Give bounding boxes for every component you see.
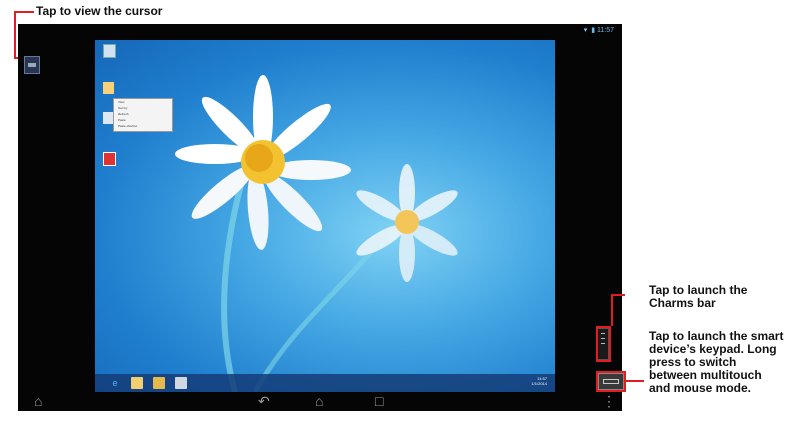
folder-icon[interactable] (153, 377, 165, 389)
app-icon[interactable] (103, 152, 116, 166)
charms-annotation-line-v (611, 294, 613, 326)
store-icon[interactable] (175, 377, 187, 389)
folder-icon[interactable] (103, 82, 114, 94)
context-menu: View Sort by Refresh Paste Paste shortcu… (113, 98, 173, 132)
back-icon[interactable]: ↶ (258, 394, 270, 408)
recents-icon[interactable]: □ (375, 394, 383, 408)
context-menu-item[interactable]: Paste shortcut (114, 123, 172, 129)
cursor-annotation-label: Tap to view the cursor (36, 4, 163, 18)
internet-explorer-icon[interactable]: e (109, 377, 121, 389)
charms-annotation-line-h (611, 294, 625, 296)
status-time: 11:57 (597, 27, 614, 34)
battery-icon: ▮ (591, 27, 596, 34)
status-bar: ▾ ▮ 11:57 (584, 26, 614, 34)
view-cursor-button[interactable] (24, 56, 40, 74)
cursor-annotation-line-v (14, 11, 16, 58)
taskbar-clock[interactable]: 11:57 1/1/2014 (531, 376, 547, 386)
wifi-icon: ▾ (583, 27, 588, 34)
keypad-annotation-line (626, 380, 644, 382)
charms-highlight-box (596, 326, 611, 362)
file-explorer-icon[interactable] (131, 377, 143, 389)
cursor-icon (28, 63, 36, 67)
keypad-annotation-label: Tap to launch the smart device’s keypad.… (649, 329, 784, 395)
wallpaper-flowers (175, 75, 458, 392)
menu-icon[interactable]: ⋮ (602, 394, 616, 408)
home-icon[interactable]: ⌂ (315, 394, 323, 408)
remote-desktop[interactable]: View Sort by Refresh Paste Paste shortcu… (95, 40, 555, 392)
windows-taskbar: e 11:57 1/1/2014 (95, 374, 555, 392)
home-shape-icon[interactable]: ⌂ (34, 394, 42, 408)
cursor-annotation-line-h (14, 11, 34, 13)
tablet-screen: ▾ ▮ 11:57 View Sort by Refresh Paste Pas… (18, 24, 622, 411)
taskbar-date: 1/1/2014 (531, 381, 547, 386)
computer-icon[interactable] (103, 44, 116, 58)
keypad-highlight-box (596, 371, 626, 392)
charms-annotation-label: Tap to launch the Charms bar (649, 283, 748, 310)
